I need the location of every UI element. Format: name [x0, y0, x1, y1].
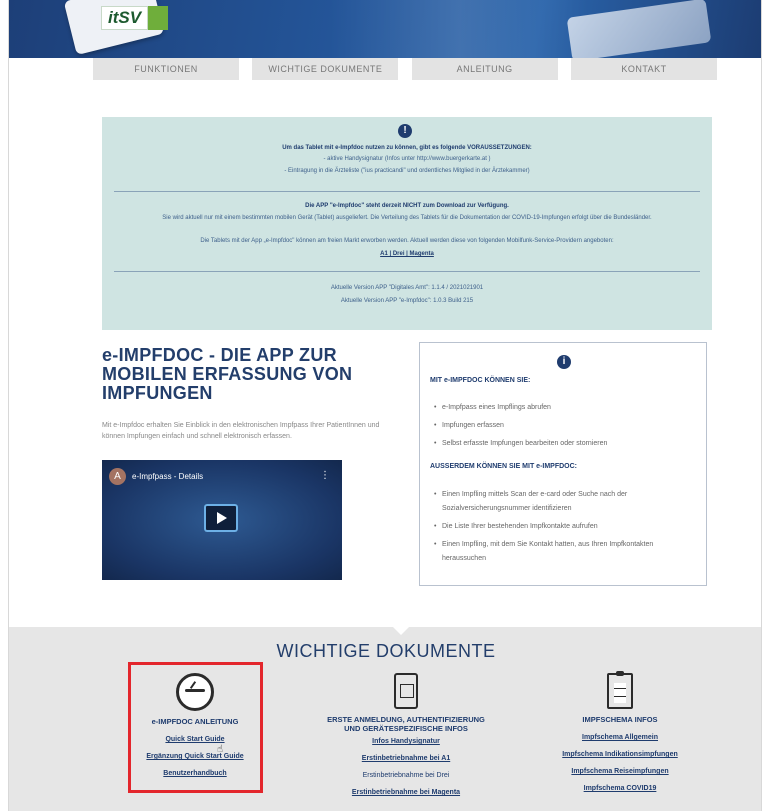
version-e-impfdoc: Aktuelle Version APP "e-Impfdoc": 1.0.3 …	[340, 298, 474, 304]
video-title[interactable]: e-Impfpass - Details	[132, 472, 203, 481]
info-icon: i	[557, 355, 571, 369]
requirements-box: ! Um das Tablet mit e-Impfdoc nutzen zu …	[102, 117, 712, 330]
top-nav: FUNKTIONEN WICHTIGE DOKUMENTE ANLEITUNG …	[93, 58, 717, 80]
download-paragraph-2: Die Tablets mit der App „e-Impfdoc" könn…	[200, 238, 614, 244]
hero-banner: itSV	[9, 0, 761, 58]
feature-item: Einen Impfling mittels Scan der e-card o…	[434, 488, 694, 516]
gauge-icon	[176, 673, 214, 711]
page-frame: itSV FUNKTIONEN WICHTIGE DOKUMENTE ANLEI…	[8, 0, 762, 811]
link-ergaenzung-quick-start-guide[interactable]: Ergänzung Quick Start Guide	[129, 748, 261, 765]
requirements-intro: Um das Tablet mit e-Impfdoc nutzen zu kö…	[282, 145, 532, 151]
page-title: e-IMPFDOC - DIE APP ZUR MOBILEN ERFASSUN…	[102, 345, 353, 403]
doc-column-title-line2: UND GERÄTESPEZIFISCHE INFOS	[344, 724, 468, 733]
link-impfschema-reise[interactable]: Impfschema Reiseimpfungen	[535, 763, 705, 780]
version-digitales-amt: Aktuelle Version APP "Digitales Amt": 1.…	[330, 285, 484, 291]
phone-icon	[394, 673, 418, 709]
doc-column-title: e-IMPFDOC ANLEITUNG	[151, 717, 239, 726]
feature-item: Einen Impfling, mit dem Sie Kontakt hatt…	[434, 538, 694, 566]
link-erstinbetriebnahme-magenta[interactable]: Erstinbetriebnahme bei Magenta	[302, 784, 510, 801]
link-impfschema-covid19[interactable]: Impfschema COVID19	[535, 780, 705, 797]
link-quick-start-guide[interactable]: Quick Start Guide	[129, 731, 261, 748]
doc-column-title: ERSTE ANMELDUNG, AUTHENTIFIZIERUNG	[327, 715, 485, 724]
itsv-logo[interactable]: itSV	[101, 6, 169, 30]
feature-item: Die Liste Ihrer bestehenden Impfkontakte…	[434, 520, 694, 534]
feature-item: Selbst erfasste Impfungen bearbeiten ode…	[434, 437, 694, 451]
provider-links[interactable]: A1 | Drei | Magenta	[102, 250, 712, 258]
logo-text: itSV	[101, 6, 149, 30]
app-description: Mit e-Impfdoc erhalten Sie Einblick in d…	[102, 422, 380, 440]
features-heading-1: MIT e-IMPFDOC KÖNNEN SIE:	[430, 377, 531, 384]
documents-section: WICHTIGE DOKUMENTE e-IMPFDOC ANLEITUNG Q…	[9, 626, 761, 811]
logo-square	[148, 6, 169, 30]
documents-title: WICHTIGE DOKUMENTE	[276, 641, 496, 661]
doc-column-title: IMPFSCHEMA INFOS	[582, 715, 658, 724]
link-benutzerhandbuch[interactable]: Benutzerhandbuch	[129, 765, 261, 782]
exclamation-icon: !	[398, 124, 412, 138]
play-button[interactable]	[204, 504, 238, 532]
clipboard-icon	[607, 671, 633, 709]
channel-avatar[interactable]: A	[109, 468, 126, 485]
link-erstinbetriebnahme-drei[interactable]: Erstinbetriebnahme bei Drei	[302, 767, 510, 784]
requirement-aerzteliste: - Eintragung in die Ärzteliste ("ius pra…	[284, 168, 530, 174]
link-erstinbetriebnahme-a1[interactable]: Erstinbetriebnahme bei A1	[302, 750, 510, 767]
nav-funktionen[interactable]: FUNKTIONEN	[93, 58, 239, 80]
requirement-handysignatur: - aktive Handysignatur (Infos unter http…	[323, 156, 491, 162]
download-notice: Die APP "e-Impfdoc" steht derzeit NICHT …	[305, 203, 509, 209]
doc-column-anleitung: e-IMPFDOC ANLEITUNG Quick Start Guide Er…	[129, 673, 261, 782]
feature-item: Impfungen erfassen	[434, 419, 694, 433]
features-box: i MIT e-IMPFDOC KÖNNEN SIE: e-Impfpass e…	[419, 342, 707, 586]
nav-wichtige-dokumente[interactable]: WICHTIGE DOKUMENTE	[252, 58, 399, 80]
link-impfschema-allgemein[interactable]: Impfschema Allgemein	[535, 729, 705, 746]
feature-item: e-Impfpass eines Impflings abrufen	[434, 401, 694, 415]
mouse-cursor-icon: ☝	[217, 744, 224, 755]
nav-anleitung[interactable]: ANLEITUNG	[411, 58, 558, 80]
link-infos-handysignatur[interactable]: Infos Handysignatur	[302, 733, 510, 750]
nav-kontakt[interactable]: KONTAKT	[570, 58, 717, 80]
link-impfschema-indikation[interactable]: Impfschema Indikationsimpfungen	[535, 746, 705, 763]
doc-column-impfschema: IMPFSCHEMA INFOS Impfschema Allgemein Im…	[535, 671, 705, 797]
more-menu-icon[interactable]: ⋮	[320, 470, 330, 481]
features-heading-2: AUSSERDEM KÖNNEN SIE MIT e-IMPFDOC:	[430, 463, 578, 470]
doc-column-anmeldung: ERSTE ANMELDUNG, AUTHENTIFIZIERUNG UND G…	[302, 673, 510, 801]
video-player[interactable]: A e-Impfpass - Details ⋮	[102, 460, 342, 580]
download-paragraph-1: Sie wird aktuell nur mit einem bestimmte…	[162, 215, 652, 221]
